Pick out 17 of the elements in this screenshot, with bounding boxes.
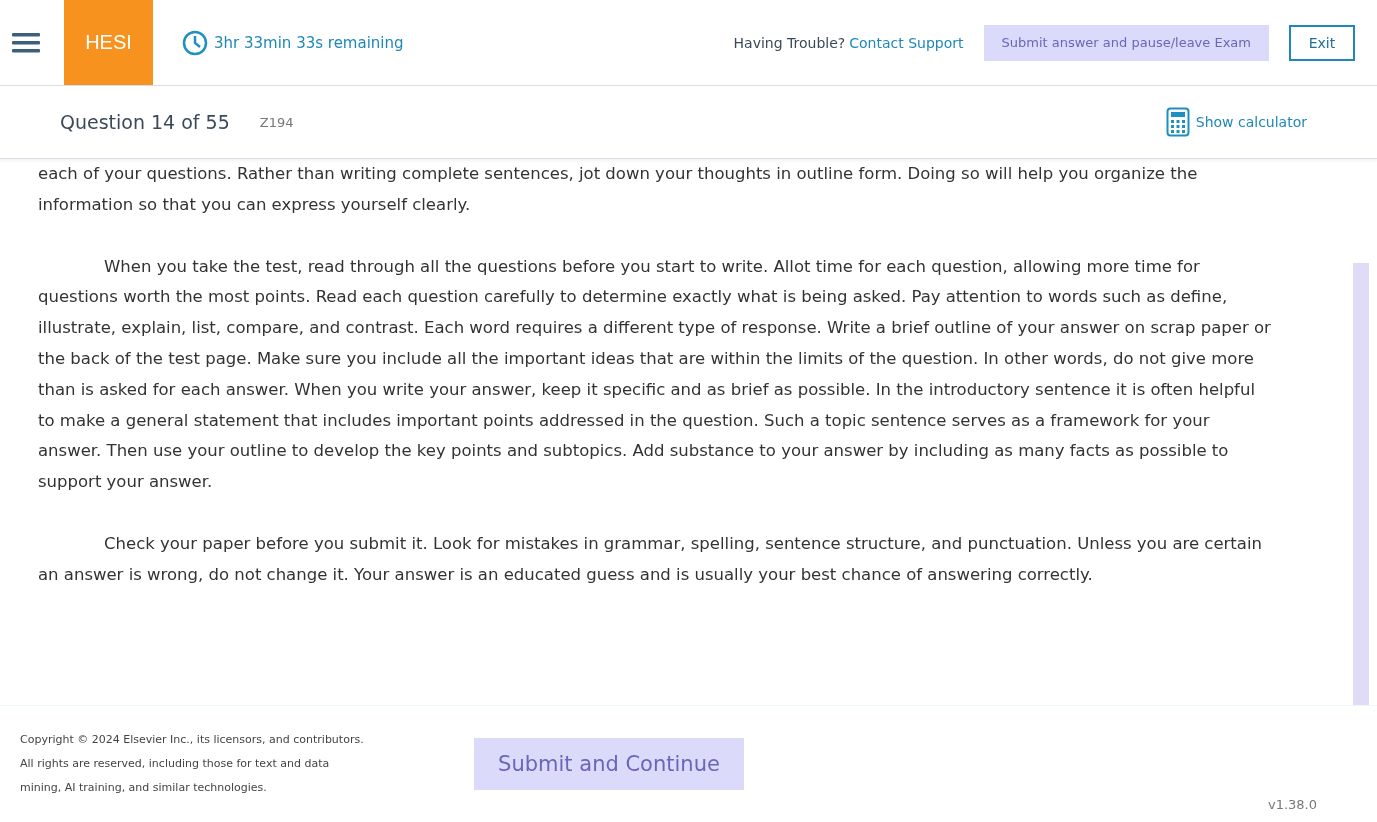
passage-paragraph: When you take the test, read through all the questions before you start to write. Allot time for each question, allowing more time for questions worth the most points. Read each question carefully to determine exactly what is being asked. Pay attention to words such as define, illustrate, explain, list, compare, and contrast. Each word requires a different type of response. Write a brief outline of your answer on scrap paper or the back of the test page. Make sure you include all the important ideas that are within the limits of the question. In other words, do not give more than is asked for each answer. When you write your answer, keep it specific and as brief as possible. In the introductory sentence it is often helpful to make a general statement that includes important points addressed in the question. Such a topic sentence serves as a framework for your answer. Then use your outline to develop the key points and subtopics. Add substance to your answer by including as many facts as possible to support your answer. (38, 255, 1272, 494)
show-calculator-link[interactable]: Show calculator (1195, 114, 1307, 130)
menu-icon[interactable] (12, 30, 40, 55)
contact-support-link[interactable]: Contact Support (849, 34, 964, 51)
question-code: Z194 (259, 114, 294, 130)
version-text: v1.38.0 (1267, 797, 1317, 812)
timer-text: 3hr 33min 33s remaining (214, 33, 404, 52)
passage-paragraph: each of your questions. Rather than writing complete sentences, jot down your thoughts in outline form. Doing so will help you organize the information so that you can express yourself clearly. (38, 163, 1199, 216)
help-text: Having Trouble? (733, 34, 846, 51)
calculator-icon[interactable] (1165, 107, 1190, 137)
exit-button[interactable]: Exit (1289, 24, 1355, 61)
scrollbar-thumb[interactable] (1353, 263, 1369, 705)
clock-icon (182, 29, 208, 56)
copyright-text: Copyright © 2024 Elsevier Inc., its licensors, and contributors. All rights are reserved, including those for text and data mining, AI training, and similar technologies. (20, 732, 365, 796)
question-counter: Question 14 of 55 (60, 111, 230, 133)
passage-paragraph: Check your paper before you submit it. Look for mistakes in grammar, spelling, sentence structure, and punctuation. Unless you are certain an answer is wrong, do not change it. Your answer is an educated guess and is usually your best chance of answering correctly. (38, 532, 1263, 586)
logo: HESI (64, 0, 153, 85)
